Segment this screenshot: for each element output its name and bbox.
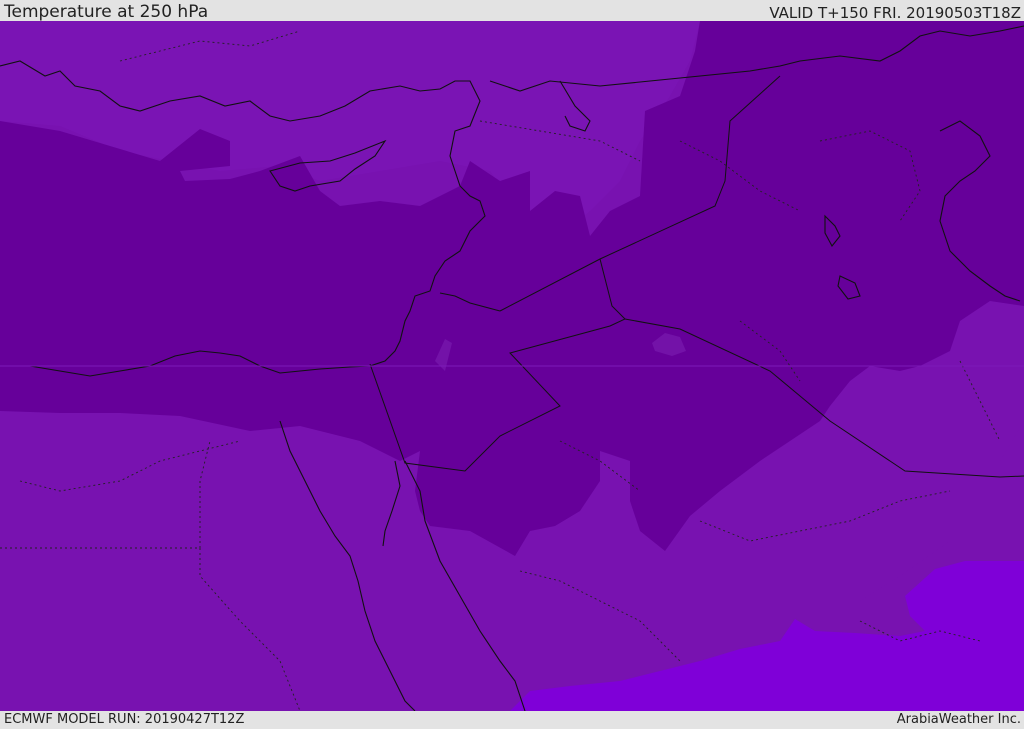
header-bar: Temperature at 250 hPa VALID T+150 FRI. …	[0, 0, 1024, 22]
footer-bar: ECMWF MODEL RUN: 20190427T12Z ArabiaWeat…	[0, 711, 1024, 729]
map-canvas	[0, 21, 1024, 711]
map-title: Temperature at 250 hPa	[4, 2, 209, 22]
temperature-map[interactable]	[0, 21, 1024, 711]
valid-time-label: VALID T+150 FRI. 20190503T18Z	[769, 4, 1021, 22]
credit-label: ArabiaWeather Inc.	[896, 712, 1021, 727]
model-run-label: ECMWF MODEL RUN: 20190427T12Z	[4, 712, 245, 727]
